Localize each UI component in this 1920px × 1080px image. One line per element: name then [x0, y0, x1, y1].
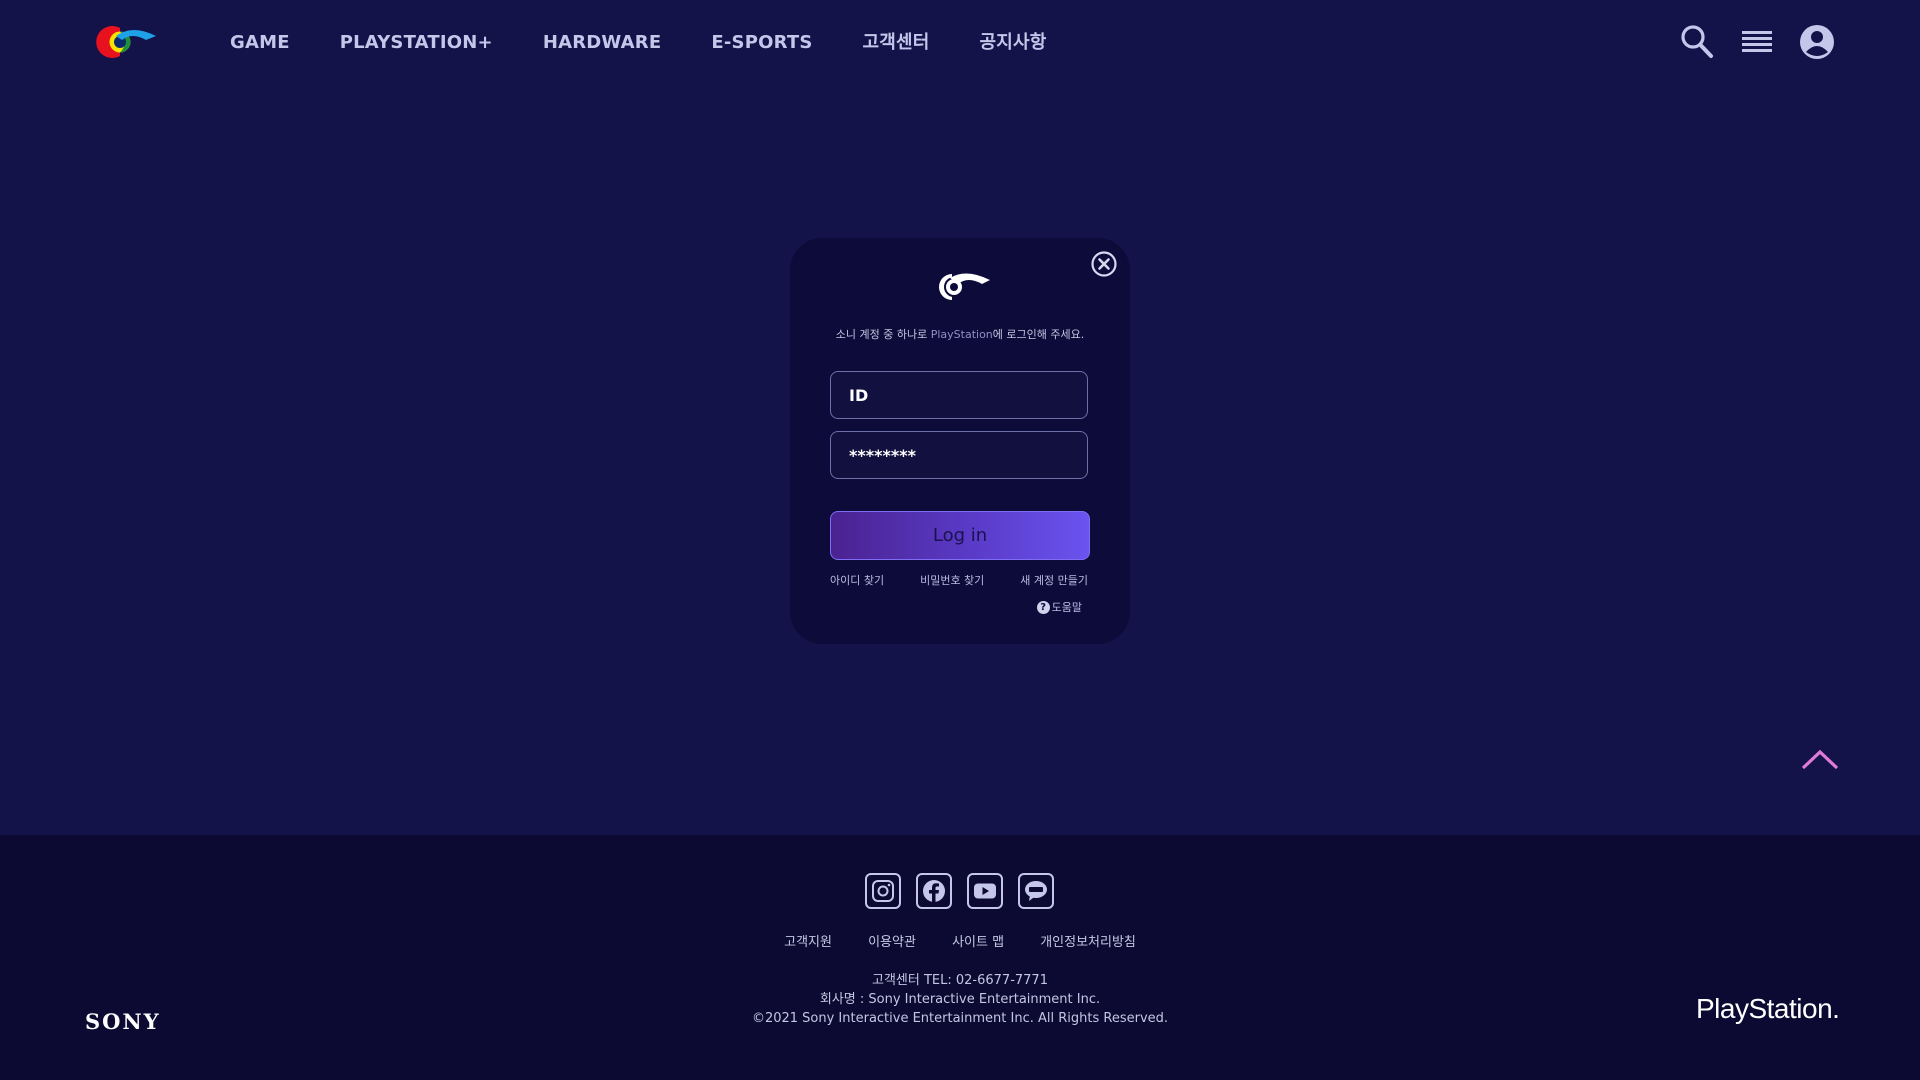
id-field [830, 371, 1088, 419]
footer-link-privacy[interactable]: 개인정보처리방침 [1040, 935, 1136, 950]
footer-copyright: ©2021 Sony Interactive Entertainment Inc… [751, 1011, 1169, 1026]
help-label: 도움말 [1051, 601, 1082, 614]
login-subtitle-post: 에 로그인해 주세요. [992, 328, 1085, 341]
account-icon[interactable] [1799, 24, 1835, 60]
menu-icon[interactable] [1741, 24, 1773, 60]
modal-logo [939, 273, 990, 300]
footer-info: 고객센터 TEL: 02-6677-7771 회사명 : Sony Intera… [0, 971, 1920, 1028]
footer-tel: 고객센터 TEL: 02-6677-7771 [872, 973, 1048, 988]
account-links: 아이디 찾기 비밀번호 찾기 새 계정 만들기 [830, 572, 1088, 588]
login-button[interactable]: Log in [830, 511, 1090, 560]
login-subtitle-pre: 소니 계정 중 하나로 [835, 328, 931, 341]
footer-link-sitemap[interactable]: 사이트 맵 [952, 935, 1004, 950]
footer-company: 회사명 : Sony Interactive Entertainment Inc… [819, 992, 1101, 1007]
site-header: GAME PLAYSTATION+ HARDWARE E-SPORTS 고객센터… [0, 0, 1920, 86]
site-footer: 고객지원 이용약관 사이트 맵 개인정보처리방침 고객센터 TEL: 02-66… [0, 835, 1920, 1080]
youtube-icon[interactable] [967, 873, 1003, 909]
kakaotalk-icon[interactable] [1018, 873, 1054, 909]
login-subtitle: 소니 계정 중 하나로 PlayStation에 로그인해 주세요. [790, 326, 1130, 342]
nav-notices[interactable]: 공지사항 [980, 28, 1047, 58]
sony-logo[interactable]: SONY [85, 1009, 161, 1034]
footer-link-support[interactable]: 고객지원 [784, 935, 832, 950]
password-field [830, 431, 1088, 479]
nav-hardware[interactable]: HARDWARE [543, 28, 662, 58]
find-password-link[interactable]: 비밀번호 찾기 [920, 572, 984, 588]
playstation-logo[interactable]: PlayStation. [1696, 993, 1840, 1025]
login-subtitle-brand: PlayStation [930, 328, 993, 341]
scroll-top-icon[interactable] [1800, 746, 1840, 772]
close-icon[interactable] [1090, 250, 1118, 278]
create-account-link[interactable]: 새 계정 만들기 [1020, 572, 1088, 588]
id-input[interactable] [831, 385, 1087, 405]
main-nav: GAME PLAYSTATION+ HARDWARE E-SPORTS 고객센터… [230, 28, 1097, 58]
footer-link-terms[interactable]: 이용약관 [868, 935, 916, 950]
password-input[interactable] [831, 445, 1087, 465]
footer-links: 고객지원 이용약관 사이트 맵 개인정보처리방침 [0, 931, 1920, 950]
help-icon: ? [1036, 600, 1050, 614]
nav-esports[interactable]: E-SPORTS [711, 28, 812, 58]
nav-customer-center[interactable]: 고객센터 [862, 28, 929, 58]
search-icon[interactable] [1680, 24, 1714, 60]
login-modal: 소니 계정 중 하나로 PlayStation에 로그인해 주세요. Log i… [790, 238, 1130, 644]
nav-game[interactable]: GAME [230, 28, 290, 58]
nav-playstation-plus[interactable]: PLAYSTATION+ [340, 28, 493, 58]
facebook-icon[interactable] [916, 873, 952, 909]
help-link[interactable]: ? 도움말 [1036, 599, 1082, 615]
find-id-link[interactable]: 아이디 찾기 [830, 572, 884, 588]
social-links [865, 873, 1069, 909]
site-logo[interactable] [86, 22, 156, 62]
instagram-icon[interactable] [865, 873, 901, 909]
